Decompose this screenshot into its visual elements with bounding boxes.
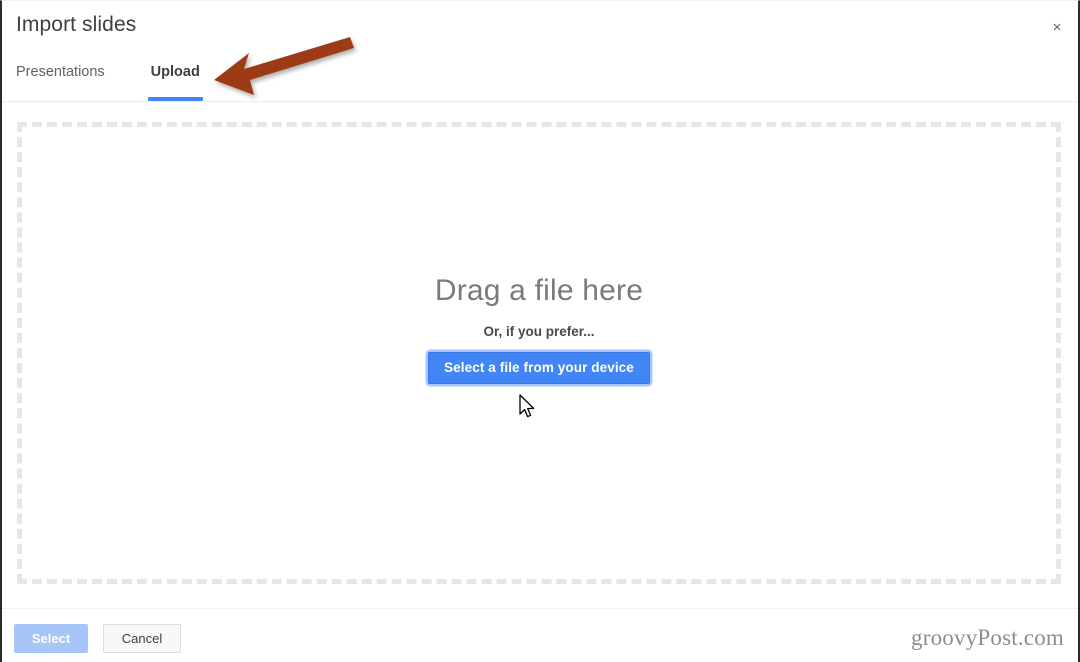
tab-presentations[interactable]: Presentations xyxy=(2,63,133,102)
import-slides-dialog: Import slides × Presentations Upload Dra… xyxy=(0,0,1080,662)
select-button[interactable]: Select xyxy=(14,624,88,653)
dialog-title: Import slides xyxy=(16,13,137,36)
dialog-footer: Select Cancel groovyPost.com xyxy=(2,608,1078,662)
close-icon[interactable]: × xyxy=(1044,14,1070,40)
drag-file-heading: Drag a file here xyxy=(434,274,644,307)
file-drop-zone[interactable]: Drag a file here Or, if you prefer... Se… xyxy=(17,122,1061,584)
active-tab-indicator xyxy=(148,97,203,101)
select-file-from-device-button[interactable]: Select a file from your device xyxy=(428,352,650,384)
drop-zone-content: Drag a file here Or, if you prefer... Se… xyxy=(428,274,650,384)
watermark-text: groovyPost.com xyxy=(911,625,1064,650)
cancel-button[interactable]: Cancel xyxy=(103,624,181,653)
alternative-prompt-text: Or, if you prefer... xyxy=(483,324,595,339)
dialog-header: Import slides × Presentations Upload xyxy=(2,1,1078,102)
